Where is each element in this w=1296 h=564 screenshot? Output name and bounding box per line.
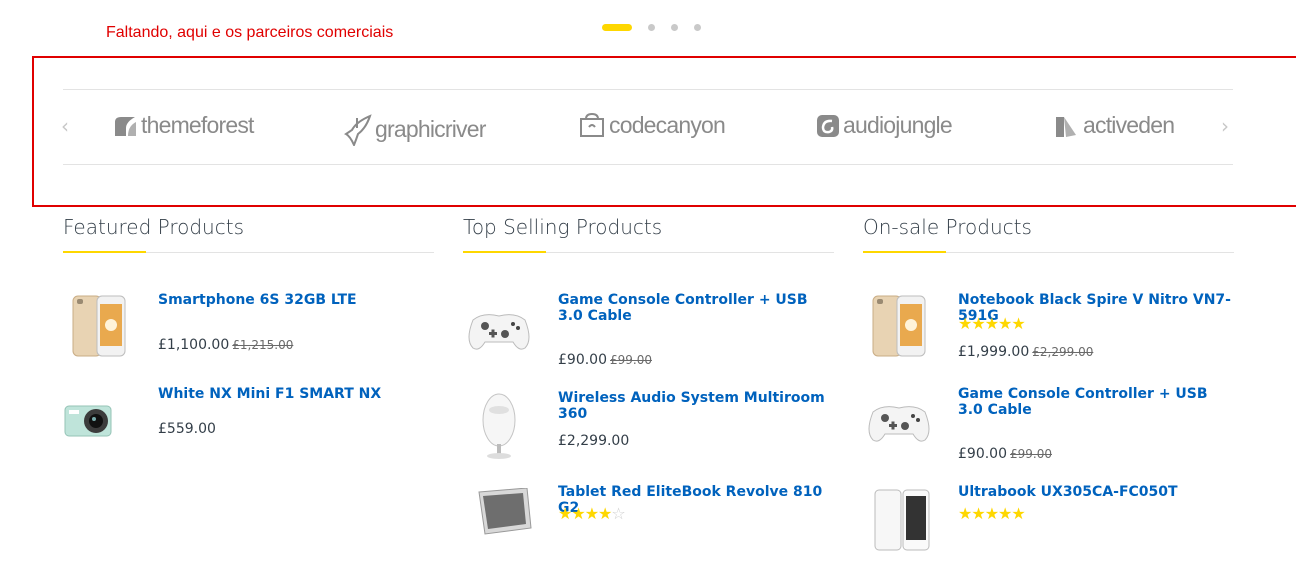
product-name-link[interactable]: Game Console Controller + USB 3.0 Cable <box>558 292 833 324</box>
brand-label: codecanyon <box>609 112 726 138</box>
current-price: £2,299.00 <box>558 433 630 449</box>
on-sale-products-column: On-sale Products Notebook Black Spire V … <box>863 212 1234 551</box>
product-image-smartphone[interactable] <box>863 292 935 364</box>
brands-prev-arrow[interactable]: ‹ <box>61 116 69 136</box>
old-price: £99.00 <box>1010 447 1052 461</box>
top-selling-products-column: Top Selling Products Game Console Contro… <box>463 212 834 535</box>
current-price: £1,100.00 <box>158 337 230 353</box>
current-price: £559.00 <box>158 421 216 437</box>
brands-carousel: ‹ themeforest graphicriver codecanyon au… <box>61 89 1233 165</box>
annotation-note: Faltando, aqui e os parceiros comerciais <box>106 24 394 41</box>
fold-icon <box>1056 116 1076 137</box>
product-name-link[interactable]: Game Console Controller + USB 3.0 Cable <box>958 386 1233 418</box>
product-image-tablet[interactable] <box>463 487 535 560</box>
product-image-smartphone[interactable] <box>63 292 135 364</box>
column-title: On-sale Products <box>863 215 1032 239</box>
brand-activeden[interactable]: activeden <box>1054 112 1175 139</box>
product-item: Smartphone 6S 32GB LTE £1,100.00 £1,215.0… <box>63 292 434 372</box>
carousel-dot-4[interactable] <box>694 23 701 31</box>
brand-label: themeforest <box>141 112 254 138</box>
product-image-controller[interactable] <box>463 296 535 368</box>
swirl-icon <box>817 114 839 137</box>
product-image-camera[interactable] <box>63 386 135 458</box>
current-price: £1,999.00 <box>958 344 1030 360</box>
current-price: £90.00 <box>958 446 1007 462</box>
column-title: Featured Products <box>63 215 244 239</box>
brand-label: activeden <box>1083 112 1175 138</box>
product-item: Ultrabook UX305CA-FC050T ★★★★★ <box>863 484 1234 551</box>
carousel-dots <box>602 23 717 31</box>
product-price: £90.00 £99.00 <box>558 352 652 368</box>
product-name-link[interactable]: White NX Mini F1 SMART NX <box>158 386 433 402</box>
product-item: Wireless Audio System Multiroom 360 £2,2… <box>463 390 834 480</box>
product-price: £1,100.00 £1,215.00 <box>158 337 293 353</box>
column-divider <box>863 251 1234 253</box>
brand-codecanyon[interactable]: codecanyon <box>578 112 726 139</box>
old-price: £2,299.00 <box>1032 345 1094 359</box>
rating-stars: ★★★★★ <box>958 314 1026 333</box>
column-divider <box>463 251 834 253</box>
rating-stars: ★★★★★ <box>958 504 1026 523</box>
carousel-dot-1[interactable] <box>602 23 632 31</box>
old-price: £1,215.00 <box>232 338 294 352</box>
featured-products-column: Featured Products Smartphone 6S 32GB LTE… <box>63 212 434 437</box>
bag-icon <box>580 112 604 137</box>
product-item: Notebook Black Spire V Nitro VN7-591G ★★… <box>863 292 1234 372</box>
current-price: £90.00 <box>558 352 607 368</box>
product-image-phone[interactable] <box>863 488 935 560</box>
brands-next-arrow[interactable]: › <box>1221 116 1229 136</box>
brand-label: graphicriver <box>375 115 486 142</box>
pen-icon <box>344 114 372 146</box>
product-item: Game Console Controller + USB 3.0 Cable … <box>863 386 1234 466</box>
brand-graphicriver[interactable]: graphicriver <box>342 112 486 146</box>
product-name-link[interactable]: Smartphone 6S 32GB LTE <box>158 292 433 308</box>
product-item: Tablet Red EliteBook Revolve 810 G2 ★★★★… <box>463 484 834 535</box>
carousel-dot-3[interactable] <box>671 23 678 31</box>
column-divider <box>63 251 434 253</box>
product-item: Game Console Controller + USB 3.0 Cable … <box>463 292 834 382</box>
product-price: £90.00 £99.00 <box>958 446 1052 462</box>
product-price: £1,999.00 £2,299.00 <box>958 344 1093 360</box>
product-item: White NX Mini F1 SMART NX £559.00 <box>63 386 434 466</box>
product-image-speaker[interactable] <box>463 390 535 462</box>
old-price: £99.00 <box>610 353 652 367</box>
product-price: £559.00 <box>158 421 216 437</box>
brand-label: audiojungle <box>843 112 953 138</box>
product-name-link[interactable]: Ultrabook UX305CA-FC050T <box>958 484 1233 500</box>
product-image-controller[interactable] <box>863 388 935 460</box>
column-title: Top Selling Products <box>463 215 663 239</box>
product-price: £2,299.00 <box>558 433 629 449</box>
rating-stars: ★★★★☆ <box>558 504 626 523</box>
brand-themeforest[interactable]: themeforest <box>112 112 254 139</box>
brand-audiojungle[interactable]: audiojungle <box>816 112 953 139</box>
carousel-dot-2[interactable] <box>648 23 655 31</box>
leaf-icon <box>115 116 136 136</box>
product-name-link[interactable]: Wireless Audio System Multiroom 360 <box>558 390 833 422</box>
